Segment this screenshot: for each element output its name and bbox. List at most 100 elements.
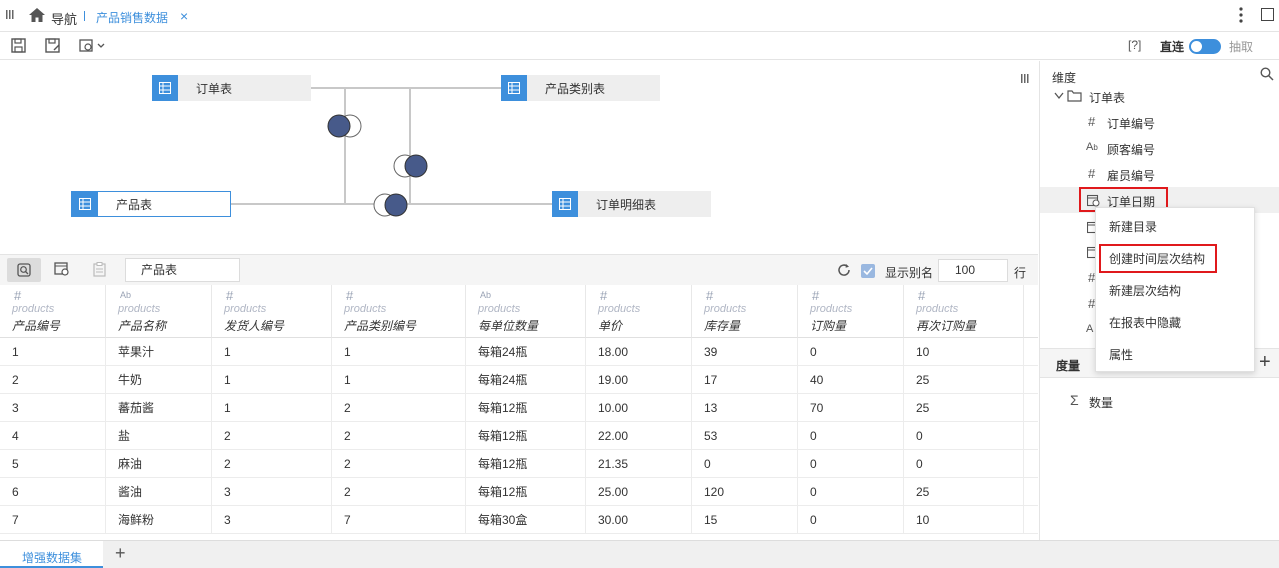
preview-button[interactable] — [7, 258, 41, 282]
table-cell: 牛奶 — [106, 366, 212, 394]
tab-enhanced-dataset[interactable]: 增强数据集 — [0, 541, 103, 568]
add-measure-button[interactable]: + — [1259, 351, 1271, 374]
table-cell: 53 — [692, 422, 798, 450]
data-grid: # products 产品编号 Ab products 产品名称 # products 发货人编… — [0, 285, 1038, 540]
table-cell: 0 — [904, 422, 1024, 450]
table-cell: 4 — [0, 422, 106, 450]
column-header[interactable]: # products 产品类别编号 — [332, 285, 466, 338]
table-node-products[interactable]: 产品表 — [71, 191, 231, 217]
column-header[interactable]: # products 库存量 — [692, 285, 798, 338]
table-node-order-details[interactable]: 订单明细表 — [552, 191, 711, 217]
table-cell: 13 — [692, 394, 798, 422]
panel-collapse-icon[interactable] — [1021, 73, 1029, 87]
table-settings-icon[interactable] — [54, 262, 70, 280]
folder-label: 订单表 — [1089, 91, 1126, 105]
right-join-icon[interactable] — [392, 153, 430, 179]
table-row[interactable]: 4 盐 2 2 每箱12瓶 22.00 53 0 0 — [0, 422, 1038, 450]
table-node-orders[interactable]: 订单表 — [152, 75, 311, 101]
maximize-icon[interactable] — [1261, 8, 1274, 21]
table-cell: 10 — [904, 506, 1024, 534]
table-row[interactable]: 1 苹果汁 1 1 每箱24瓶 18.00 39 0 10 — [0, 338, 1038, 366]
menu-item-new-hierarchy[interactable]: 新建层次结构 — [1096, 275, 1254, 307]
check-icon — [863, 267, 873, 276]
table-cell: 每箱12瓶 — [466, 478, 586, 506]
tab-divider — [84, 11, 85, 21]
measure-label: 数量 — [1089, 396, 1114, 410]
rows-input[interactable]: 100 — [938, 259, 1008, 282]
table-node-product-category[interactable]: 产品类别表 — [501, 75, 660, 101]
table-row[interactable]: 2 牛奶 1 1 每箱24瓶 19.00 17 40 25 — [0, 366, 1038, 394]
search-icon[interactable] — [1260, 67, 1274, 84]
left-join-icon[interactable] — [326, 113, 364, 139]
close-tab-icon[interactable]: × — [180, 8, 188, 24]
add-tab-button[interactable]: + — [115, 543, 126, 564]
column-source: products — [478, 303, 521, 315]
save-icon[interactable] — [11, 38, 26, 56]
column-header[interactable]: # products 订购量 — [798, 285, 904, 338]
help-button[interactable]: [?] — [1128, 38, 1141, 52]
column-header[interactable]: Ab products 每单位数量 — [466, 285, 586, 338]
field-item[interactable]: Ab 顾客编号 — [1040, 135, 1279, 161]
table-cell: 盐 — [106, 422, 212, 450]
text-type-icon: Ab — [120, 290, 132, 300]
text-type-icon: A — [1086, 323, 1094, 335]
table-cell: 1 — [212, 366, 332, 394]
column-source: products — [704, 303, 747, 315]
home-icon[interactable] — [29, 8, 45, 25]
table-row[interactable]: 3 蕃茄酱 1 2 每箱12瓶 10.00 13 70 25 — [0, 394, 1038, 422]
more-menu-icon[interactable] — [1239, 7, 1243, 26]
inner-join-icon[interactable] — [372, 192, 410, 218]
measure-item[interactable]: Σ 数量 — [1040, 388, 1279, 414]
column-source: products — [344, 303, 387, 315]
column-header[interactable]: # products 单价 — [586, 285, 692, 338]
table-cell: 2 — [332, 478, 466, 506]
menu-item-properties[interactable]: 属性 — [1096, 339, 1254, 371]
field-item[interactable]: # 订单编号 — [1040, 109, 1279, 135]
table-cell: 10.00 — [586, 394, 692, 422]
table-icon — [152, 75, 178, 101]
table-cell: 25 — [904, 394, 1024, 422]
numeric-type-icon: # — [1088, 114, 1096, 129]
column-header-overflow — [1024, 285, 1038, 338]
clipboard-icon — [93, 262, 106, 280]
column-header[interactable]: Ab products 产品名称 — [106, 285, 212, 338]
column-source: products — [118, 303, 161, 315]
table-cell: 7 — [332, 506, 466, 534]
tab-product-sales[interactable]: 产品销售数据 — [96, 9, 168, 26]
table-cell: 每箱24瓶 — [466, 338, 586, 366]
column-header[interactable]: # products 再次订购量 — [904, 285, 1024, 338]
folder-orders[interactable]: 订单表 — [1040, 83, 1279, 109]
nav-label[interactable]: 导航 — [51, 9, 77, 28]
table-row[interactable]: 7 海鲜粉 3 7 每箱30盒 30.00 15 0 10 — [0, 506, 1038, 534]
numeric-type-icon: # — [346, 288, 354, 303]
column-source: products — [916, 303, 959, 315]
folder-icon — [1067, 90, 1082, 102]
table-cell: 22.00 — [586, 422, 692, 450]
table-cell: 苹果汁 — [106, 338, 212, 366]
table-row[interactable]: 6 酱油 3 2 每箱12瓶 25.00 120 0 25 — [0, 478, 1038, 506]
menu-grip-icon[interactable] — [6, 9, 14, 21]
save-as-icon[interactable] — [45, 38, 61, 56]
column-header[interactable]: # products 产品编号 — [0, 285, 106, 338]
refresh-icon[interactable] — [836, 262, 852, 281]
field-item[interactable]: # 雇员编号 — [1040, 161, 1279, 187]
table-name-field[interactable]: 产品表 — [125, 258, 240, 282]
relationship-diagram: 订单表 产品类别表 产品表 订单明细表 — [0, 61, 1038, 253]
table-cell: 每箱30盒 — [466, 506, 586, 534]
title-bar: 导航 产品销售数据 × — [0, 0, 1279, 32]
table-cell: 25 — [904, 478, 1024, 506]
column-header[interactable]: # products 发货人编号 — [212, 285, 332, 338]
settings-dropdown-icon[interactable] — [79, 38, 107, 56]
menu-item-new-folder[interactable]: 新建目录 — [1096, 211, 1254, 243]
field-label: 雇员编号 — [1107, 169, 1156, 183]
table-row[interactable]: 5 麻油 2 2 每箱12瓶 21.35 0 0 0 — [0, 450, 1038, 478]
menu-item-hide-in-report[interactable]: 在报表中隐藏 — [1096, 307, 1254, 339]
show-alias-checkbox[interactable] — [861, 264, 875, 278]
tab-label: 增强数据集 — [22, 551, 83, 565]
chevron-down-icon — [1054, 92, 1064, 100]
table-cell: 酱油 — [106, 478, 212, 506]
column-source: products — [12, 303, 55, 315]
extract-label[interactable]: 抽取 — [1229, 38, 1253, 55]
connection-mode-toggle[interactable] — [1189, 39, 1221, 54]
table-cell: 25.00 — [586, 478, 692, 506]
